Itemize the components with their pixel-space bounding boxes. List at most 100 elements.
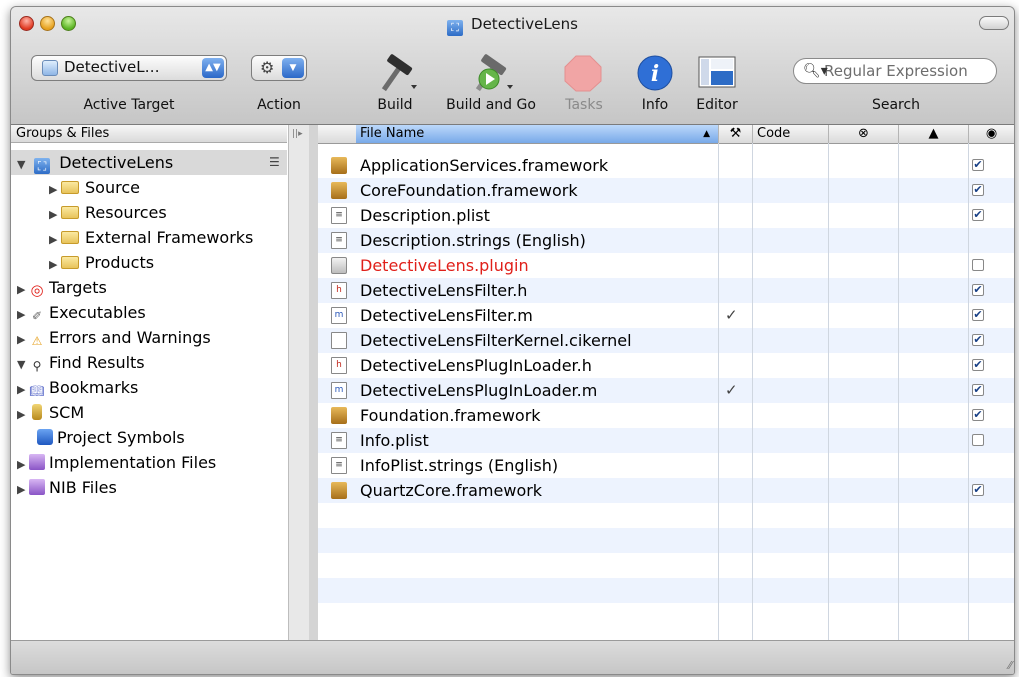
disclosure-closed-icon: ▶ bbox=[17, 408, 26, 421]
file-row[interactable]: ≡ Info.plist bbox=[318, 428, 1014, 453]
icon-column-header[interactable] bbox=[318, 125, 356, 143]
sidebar-item-scm[interactable]: ▶ SCM bbox=[17, 400, 84, 425]
file-row[interactable]: h DetectiveLensFilter.h ✔ bbox=[318, 278, 1014, 303]
error-icon: ⊗ bbox=[858, 126, 869, 141]
tasks-label: Tasks bbox=[565, 97, 603, 113]
folder-icon bbox=[61, 231, 79, 244]
file-row[interactable]: m DetectiveLensPlugInLoader.m ✓ ✔ bbox=[318, 378, 1014, 403]
sidebar-item-implementation-files[interactable]: ▶ Implementation Files bbox=[17, 450, 216, 475]
column-divider bbox=[828, 143, 829, 641]
info-button[interactable]: i bbox=[635, 53, 679, 93]
target-membership-checkbox[interactable]: ✔ bbox=[972, 334, 984, 346]
errors-column-header[interactable]: ⊗ bbox=[828, 125, 898, 143]
project-window: ⛶ DetectiveLens DetectiveL… ▲▼ Active Tar… bbox=[10, 6, 1015, 675]
target-membership-checkbox[interactable]: ✔ bbox=[972, 409, 984, 421]
file-row[interactable]: DetectiveLensFilterKernel.cikernel ✔ bbox=[318, 328, 1014, 353]
sidebar-item-source[interactable]: ▶ Source bbox=[49, 175, 140, 200]
gear-icon: ⚙ bbox=[260, 58, 275, 77]
target-column-header[interactable]: ◉ bbox=[968, 125, 1014, 143]
target-icon: ◎ bbox=[30, 281, 44, 299]
sidebar-item-targets[interactable]: ▶ ◎ Targets bbox=[17, 275, 107, 300]
sidebar-item-executables[interactable]: ▶ ✐ Executables bbox=[17, 300, 146, 325]
sidebar-item-project-symbols[interactable]: Project Symbols bbox=[37, 425, 185, 450]
file-name: DetectiveLensPlugInLoader.m bbox=[360, 381, 598, 400]
scm-icon bbox=[32, 404, 42, 420]
sidebar-item-nib-files[interactable]: ▶ NIB Files bbox=[17, 475, 117, 500]
column-divider bbox=[718, 143, 719, 641]
tasks-button[interactable] bbox=[563, 53, 607, 93]
warnings-column-header[interactable]: ▲ bbox=[898, 125, 968, 143]
action-label: Action bbox=[257, 97, 301, 113]
toolbar: ⛶ DetectiveLens DetectiveL… ▲▼ Active Tar… bbox=[11, 7, 1014, 125]
symbols-icon bbox=[37, 429, 53, 445]
build-and-go-label: Build and Go bbox=[446, 97, 536, 113]
build-and-go-button[interactable] bbox=[467, 53, 513, 93]
target-membership-checkbox[interactable]: ✔ bbox=[972, 359, 984, 371]
empty-row bbox=[318, 603, 1014, 628]
editor-icon bbox=[698, 56, 736, 88]
disclosure-closed-icon: ▶ bbox=[49, 258, 58, 271]
plugin-icon bbox=[331, 257, 347, 274]
hammer-icon: ⚒ bbox=[729, 126, 742, 141]
sidebar-item-bookmarks[interactable]: ▶ 📖︎ Bookmarks bbox=[17, 375, 138, 400]
sidebar-item-errors-and-warnings[interactable]: ▶ ⚠ Errors and Warnings bbox=[17, 325, 211, 350]
file-row[interactable]: DetectiveLens.plugin bbox=[318, 253, 1014, 278]
file-row[interactable]: m DetectiveLensFilter.m ✓ ✔ bbox=[318, 303, 1014, 328]
disclosure-closed-icon: ▶ bbox=[49, 208, 58, 221]
target-membership-checkbox[interactable]: ✔ bbox=[972, 184, 984, 196]
file-row[interactable]: ≡ Description.strings (English) bbox=[318, 228, 1014, 253]
target-membership-checkbox[interactable]: ✔ bbox=[972, 209, 984, 221]
target-membership-checkbox[interactable] bbox=[972, 434, 984, 446]
target-membership-checkbox[interactable]: ✔ bbox=[972, 159, 984, 171]
source-icon: m bbox=[331, 307, 347, 324]
file-name: DetectiveLensFilter.h bbox=[360, 281, 528, 300]
toolbar-toggle-button[interactable] bbox=[979, 16, 1009, 30]
plist-icon: ≡ bbox=[331, 207, 347, 224]
build-column-header[interactable]: ⚒ bbox=[718, 125, 752, 143]
file-row[interactable]: CoreFoundation.framework ✔ bbox=[318, 178, 1014, 203]
sidebar-item-find-results[interactable]: ▼ ⚲ Find Results bbox=[17, 350, 145, 375]
build-checkmark: ✓ bbox=[725, 306, 738, 324]
file-name: DetectiveLensFilterKernel.cikernel bbox=[360, 331, 632, 350]
folder-icon bbox=[61, 206, 79, 219]
file-row[interactable]: Foundation.framework ✔ bbox=[318, 403, 1014, 428]
sidebar-item-resources[interactable]: ▶ Resources bbox=[49, 200, 167, 225]
build-button[interactable] bbox=[373, 53, 417, 93]
file-row[interactable]: ApplicationServices.framework ✔ bbox=[318, 153, 1014, 178]
file-row[interactable]: h DetectiveLensPlugInLoader.h ✔ bbox=[318, 353, 1014, 378]
editor-button[interactable] bbox=[697, 53, 741, 93]
sidebar-item-detectivelens[interactable]: ▼ ⛶ DetectiveLens ☰ bbox=[11, 150, 287, 175]
framework-icon bbox=[331, 407, 347, 424]
target-membership-checkbox[interactable]: ✔ bbox=[972, 309, 984, 321]
file-name-column-header[interactable]: File Name ▲ bbox=[356, 125, 718, 143]
target-membership-checkbox[interactable] bbox=[972, 259, 984, 271]
strings-icon: ≡ bbox=[331, 457, 347, 474]
file-row[interactable]: QuartzCore.framework ✔ bbox=[318, 478, 1014, 503]
smart-group-icon bbox=[29, 454, 45, 470]
sidebar-item-external-frameworks[interactable]: ▶ External Frameworks bbox=[49, 225, 253, 250]
column-divider bbox=[968, 143, 969, 641]
header-icon: h bbox=[331, 357, 347, 374]
search-field[interactable]: 🔍︎▾ Regular Expression bbox=[793, 58, 997, 84]
file-name: QuartzCore.framework bbox=[360, 481, 543, 500]
resize-grip-icon[interactable]: ⁄⁄ bbox=[1008, 659, 1012, 672]
file-name: Info.plist bbox=[360, 431, 429, 450]
file-row[interactable]: ≡ InfoPlist.strings (English) bbox=[318, 453, 1014, 478]
target-membership-checkbox[interactable]: ✔ bbox=[972, 484, 984, 496]
sidebar-item-products[interactable]: ▶ Products bbox=[49, 250, 154, 275]
disclosure-closed-icon: ▶ bbox=[17, 458, 26, 471]
code-column-header[interactable]: Code bbox=[752, 125, 828, 143]
sidebar-splitter[interactable]: ||▸ bbox=[288, 125, 309, 641]
plist-icon: ≡ bbox=[331, 432, 347, 449]
target-icon: ◉ bbox=[985, 126, 998, 141]
empty-row bbox=[318, 503, 1014, 528]
target-membership-checkbox[interactable]: ✔ bbox=[972, 384, 984, 396]
info-icon: i bbox=[637, 55, 673, 91]
target-membership-checkbox[interactable]: ✔ bbox=[972, 284, 984, 296]
file-name: CoreFoundation.framework bbox=[360, 181, 578, 200]
action-popup[interactable]: ⚙ ▼ bbox=[251, 55, 307, 81]
disclosure-closed-icon: ▶ bbox=[17, 308, 26, 321]
file-row[interactable]: ≡ Description.plist ✔ bbox=[318, 203, 1014, 228]
magnifier-icon: ⚲ bbox=[32, 359, 42, 373]
active-target-popup[interactable]: DetectiveL… ▲▼ bbox=[31, 55, 227, 81]
